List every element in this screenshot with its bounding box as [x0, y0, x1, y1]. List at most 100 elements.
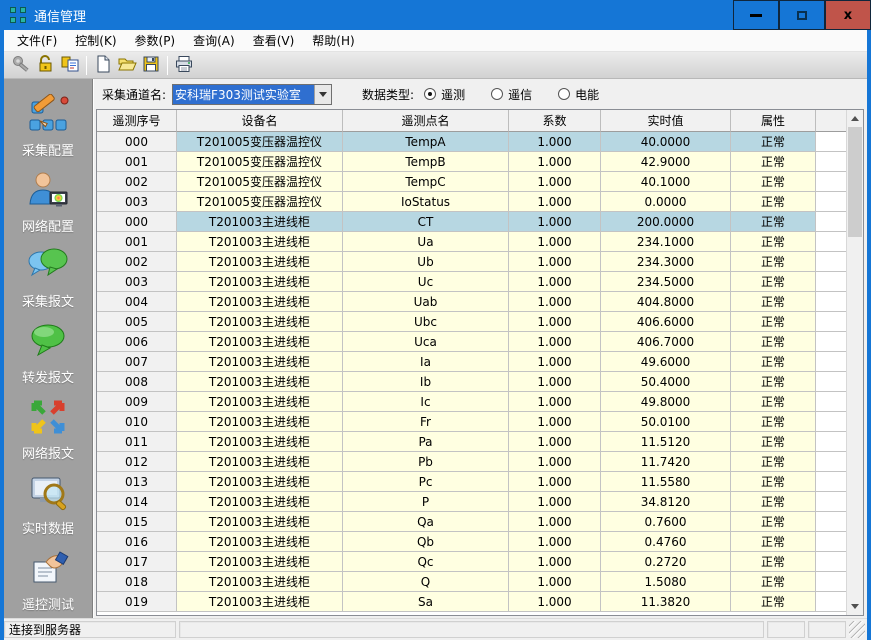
- resize-grip[interactable]: [849, 621, 865, 638]
- table-row[interactable]: 002T201005变压器温控仪TempC1.00040.1000正常: [97, 172, 846, 192]
- column-header-1[interactable]: 设备名: [177, 110, 343, 132]
- menu-item-4[interactable]: 查看(V): [244, 30, 304, 51]
- vertical-scrollbar[interactable]: [846, 110, 863, 615]
- sidebar-item-remote-test[interactable]: 遥控测试: [4, 542, 92, 618]
- combobox-dropdown-button[interactable]: [314, 85, 331, 104]
- table-row[interactable]: 007T201003主进线柜Ia1.00049.6000正常: [97, 352, 846, 372]
- table-row[interactable]: 004T201003主进线柜Uab1.000404.8000正常: [97, 292, 846, 312]
- table-cell: 1.000: [509, 532, 601, 552]
- table-cell: 007: [97, 352, 177, 372]
- table-cell-filler: [816, 492, 846, 512]
- table-cell-filler: [816, 512, 846, 532]
- column-header-5[interactable]: 属性: [731, 110, 816, 132]
- table-cell: T201003主进线柜: [177, 392, 343, 412]
- close-button[interactable]: x: [825, 0, 871, 30]
- key-button[interactable]: [10, 54, 34, 77]
- menu-item-3[interactable]: 查询(A): [184, 30, 244, 51]
- scrollbar-thumb[interactable]: [848, 127, 862, 237]
- table-cell: 0.2720: [601, 552, 731, 572]
- table-row[interactable]: 005T201003主进线柜Ubc1.000406.6000正常: [97, 312, 846, 332]
- sidebar-item-forward-message[interactable]: 转发报文: [4, 316, 92, 392]
- table-row[interactable]: 011T201003主进线柜Pa1.00011.5120正常: [97, 432, 846, 452]
- table-row[interactable]: 002T201003主进线柜Ub1.000234.3000正常: [97, 252, 846, 272]
- scroll-down-button[interactable]: [847, 598, 863, 615]
- table-cell: 404.8000: [601, 292, 731, 312]
- table-row[interactable]: 001T201005变压器温控仪TempB1.00042.9000正常: [97, 152, 846, 172]
- close-icon: x: [844, 9, 852, 22]
- table-row[interactable]: 000T201005变压器温控仪TempA1.00040.0000正常: [97, 132, 846, 152]
- table-row[interactable]: 003T201003主进线柜Uc1.000234.5000正常: [97, 272, 846, 292]
- table-cell: 1.000: [509, 432, 601, 452]
- unlock-button[interactable]: [34, 54, 58, 77]
- table-row[interactable]: 018T201003主进线柜Q1.0001.5080正常: [97, 572, 846, 592]
- table-row[interactable]: 003T201005变压器温控仪IoStatus1.0000.0000正常: [97, 192, 846, 212]
- table-row[interactable]: 006T201003主进线柜Uca1.000406.7000正常: [97, 332, 846, 352]
- table-row[interactable]: 016T201003主进线柜Qb1.0000.4760正常: [97, 532, 846, 552]
- new-file-button[interactable]: [91, 54, 115, 77]
- table-cell: Q: [343, 572, 509, 592]
- table-cell: 1.000: [509, 312, 601, 332]
- table-cell: 正常: [731, 152, 816, 172]
- sidebar-item-collect-config[interactable]: 采集配置: [4, 89, 92, 165]
- sidebar-item-realtime-data[interactable]: 实时数据: [4, 467, 92, 543]
- table-cell: 0.7600: [601, 512, 731, 532]
- sidebar-item-collect-message[interactable]: 采集报文: [4, 240, 92, 316]
- open-file-button[interactable]: [115, 54, 139, 77]
- table-cell: 016: [97, 532, 177, 552]
- table-cell: T201003主进线柜: [177, 492, 343, 512]
- app-window: 通信管理 x 文件(F)控制(K)参数(P)查询(A)查看(V)帮助(H) 采集…: [0, 0, 871, 640]
- table-row[interactable]: 000T201003主进线柜CT1.000200.0000正常: [97, 212, 846, 232]
- channel-combobox[interactable]: 安科瑞F303测试实验室: [172, 84, 332, 105]
- column-header-3[interactable]: 系数: [509, 110, 601, 132]
- channel-combobox-value: 安科瑞F303测试实验室: [173, 85, 314, 104]
- table-cell: 1.000: [509, 272, 601, 292]
- table-cell: 406.7000: [601, 332, 731, 352]
- table-cell: 004: [97, 292, 177, 312]
- table-row[interactable]: 013T201003主进线柜Pc1.00011.5580正常: [97, 472, 846, 492]
- sidebar-item-network-config[interactable]: 网络配置: [4, 165, 92, 241]
- table-row[interactable]: 019T201003主进线柜Sa1.00011.3820正常: [97, 592, 846, 612]
- table-cell: 010: [97, 412, 177, 432]
- table-cell: 正常: [731, 192, 816, 212]
- table-cell: 008: [97, 372, 177, 392]
- table-row[interactable]: 017T201003主进线柜Qc1.0000.2720正常: [97, 552, 846, 572]
- menu-item-5[interactable]: 帮助(H): [303, 30, 363, 51]
- column-header-0[interactable]: 遥测序号: [97, 110, 177, 132]
- table-row[interactable]: 014T201003主进线柜P1.00034.8120正常: [97, 492, 846, 512]
- table-cell: Fr: [343, 412, 509, 432]
- scroll-up-button[interactable]: [847, 110, 863, 127]
- table-cell: Uab: [343, 292, 509, 312]
- table-cell: 49.8000: [601, 392, 731, 412]
- table-cell-filler: [816, 152, 846, 172]
- table-row[interactable]: 001T201003主进线柜Ua1.000234.1000正常: [97, 232, 846, 252]
- table-row[interactable]: 008T201003主进线柜Ib1.00050.4000正常: [97, 372, 846, 392]
- table-cell: T201003主进线柜: [177, 232, 343, 252]
- save-button[interactable]: [139, 54, 163, 77]
- table-row[interactable]: 015T201003主进线柜Qa1.0000.7600正常: [97, 512, 846, 532]
- table-cell: Ic: [343, 392, 509, 412]
- radio-energy[interactable]: 电能: [558, 86, 599, 103]
- menubar: 文件(F)控制(K)参数(P)查询(A)查看(V)帮助(H): [4, 30, 867, 52]
- menu-item-1[interactable]: 控制(K): [66, 30, 125, 51]
- radio-telemetry[interactable]: 遥测: [424, 86, 465, 103]
- table-cell-filler: [816, 272, 846, 292]
- chevron-down-icon: [319, 92, 327, 97]
- table-row[interactable]: 010T201003主进线柜Fr1.00050.0100正常: [97, 412, 846, 432]
- column-header-2[interactable]: 遥测点名: [343, 110, 509, 132]
- table-cell: 1.000: [509, 192, 601, 212]
- sidebar-item-network-message[interactable]: 网络报文: [4, 391, 92, 467]
- table-cell-filler: [816, 472, 846, 492]
- password-button[interactable]: [58, 54, 82, 77]
- menu-item-2[interactable]: 参数(P): [126, 30, 185, 51]
- table-cell: 001: [97, 232, 177, 252]
- table-row[interactable]: 009T201003主进线柜Ic1.00049.8000正常: [97, 392, 846, 412]
- minimize-button[interactable]: [733, 0, 779, 30]
- window-controls: x: [733, 0, 871, 30]
- table-row[interactable]: 012T201003主进线柜Pb1.00011.7420正常: [97, 452, 846, 472]
- column-header-4[interactable]: 实时值: [601, 110, 731, 132]
- menu-item-0[interactable]: 文件(F): [8, 30, 66, 51]
- print-button[interactable]: [172, 54, 196, 77]
- maximize-button[interactable]: [779, 0, 825, 30]
- radio-telesignal[interactable]: 遥信: [491, 86, 532, 103]
- table-cell: 002: [97, 172, 177, 192]
